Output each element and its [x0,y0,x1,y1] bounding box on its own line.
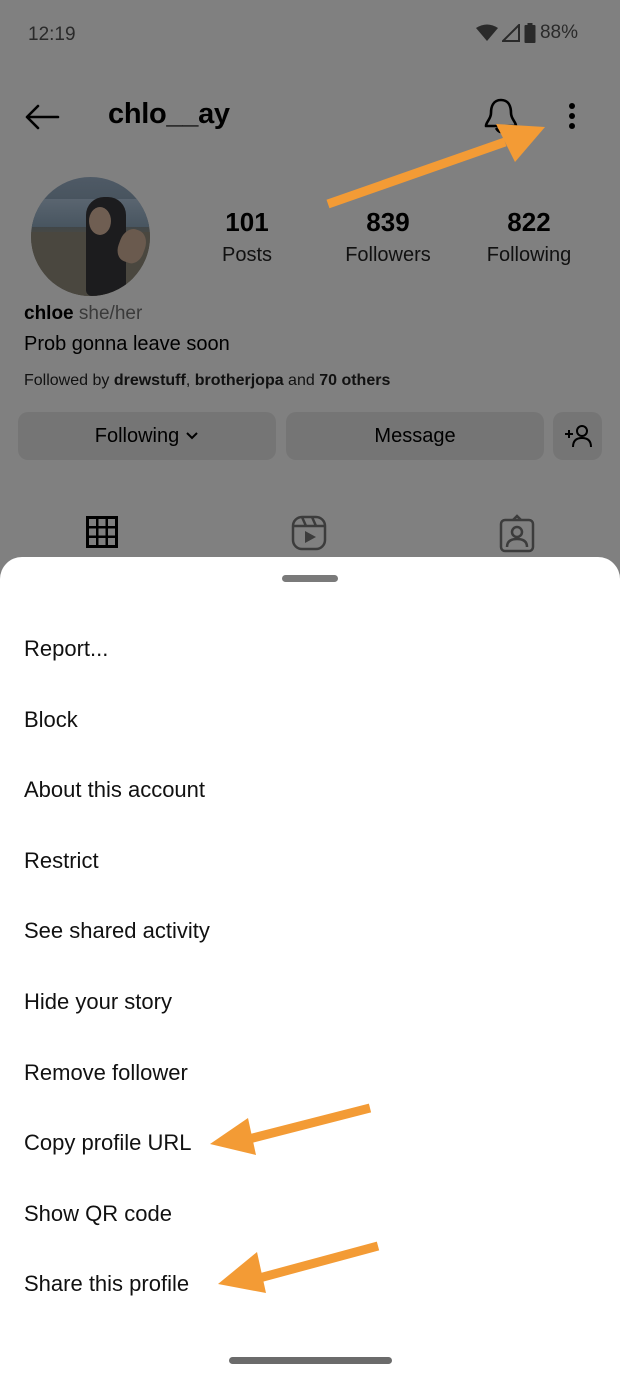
menu-item-report[interactable]: Report... [0,614,620,685]
stat-posts-value: 101 [225,207,269,237]
signal-icon [501,24,520,42]
profile-actions: Following Message [18,412,602,460]
message-button-label: Message [374,424,456,447]
more-options-button[interactable] [558,98,586,138]
profile-stats: 101 Posts 839 Followers 822 Following [190,207,610,277]
bell-icon [484,98,518,134]
reels-icon [291,515,327,551]
stat-following[interactable]: 822 Following [459,207,599,267]
menu-item-restrict[interactable]: Restrict [0,826,620,897]
menu-item-remove-follower[interactable]: Remove follower [0,1038,620,1109]
pronouns: she/her [78,303,143,324]
profile-avatar[interactable] [31,177,150,296]
menu-item-about-account[interactable]: About this account [0,755,620,826]
tab-grid[interactable] [84,514,124,554]
stat-posts-label: Posts [221,244,273,266]
sheet-drag-handle[interactable] [282,575,338,582]
followed-by-user-1[interactable]: drewstuff [114,372,186,389]
menu-item-hide-story[interactable]: Hide your story [0,967,620,1038]
menu-item-shared-activity[interactable]: See shared activity [0,896,620,967]
stat-following-value: 822 [507,207,551,237]
menu-item-block[interactable]: Block [0,685,620,756]
profile-header: chlo__ay [0,90,620,144]
status-time: 12:19 [28,24,76,45]
followed-by-user-2[interactable]: brotherjopa [195,372,284,389]
options-bottom-sheet: Report... Block About this account Restr… [0,557,620,1378]
more-vertical-icon [569,103,575,129]
profile-bio: chloe she/her Prob gonna leave soon [24,303,604,356]
avatar-photo-face [89,207,111,235]
following-button[interactable]: Following [18,412,276,460]
stat-followers[interactable]: 839 Followers [318,207,458,267]
stat-following-label: Following [486,244,572,266]
chevron-down-icon [186,432,198,440]
battery-icon [524,23,536,43]
tab-reels[interactable] [290,514,330,554]
menu-item-share-profile[interactable]: Share this profile [0,1249,620,1320]
bio-text: Prob gonna leave soon [24,333,230,355]
tab-tagged[interactable] [498,514,538,554]
profile-tabs [0,510,620,558]
tagged-icon [499,514,535,553]
profile-username: chlo__ay [108,98,230,130]
followed-by-others[interactable]: 70 others [319,372,390,389]
notifications-button[interactable] [482,94,520,136]
system-gesture-bar[interactable] [229,1357,392,1364]
status-icons: 88% [475,22,578,44]
arrow-left-icon [25,104,60,130]
stat-followers-label: Followers [345,244,431,266]
stat-followers-value: 839 [366,207,410,237]
grid-icon [86,516,118,548]
followed-by-sep: , [185,372,195,389]
display-name: chloe [24,303,74,324]
battery-percent: 88% [539,22,578,43]
menu-item-copy-profile-url[interactable]: Copy profile URL [0,1108,620,1179]
add-person-icon [564,425,592,448]
status-bar: 12:19 88% [0,0,620,72]
options-menu: Report... Block About this account Restr… [0,614,620,1320]
stat-posts[interactable]: 101 Posts [177,207,317,267]
followed-by[interactable]: Followed by drewstuff, brotherjopa and 7… [24,372,390,390]
followed-by-and: and [283,372,320,389]
menu-item-show-qr-code[interactable]: Show QR code [0,1179,620,1250]
message-button[interactable]: Message [286,412,544,460]
suggested-users-button[interactable] [553,412,602,460]
back-button[interactable] [22,98,62,138]
followed-by-prefix: Followed by [24,372,114,389]
instagram-profile-screen: 12:19 88% chlo__ay 101 Posts 839 Followe… [0,0,620,1378]
following-button-label: Following [94,424,180,447]
wifi-icon [475,24,498,42]
name-line: chloe she/her [24,303,604,325]
